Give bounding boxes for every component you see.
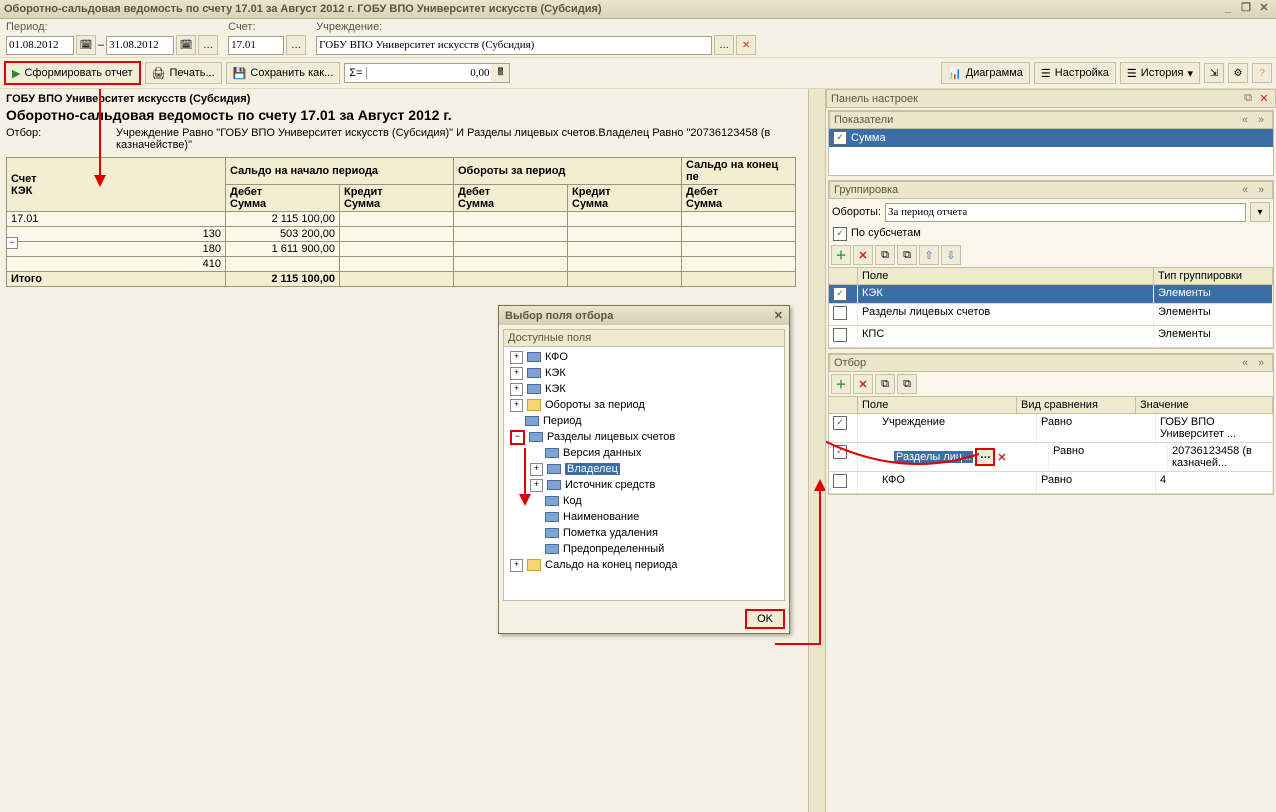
flt-paste-button[interactable]: ⧉ [897, 374, 917, 394]
panel-pin-icon[interactable]: ⧉ [1241, 92, 1255, 105]
turnover-dropdown-icon[interactable]: ▾ [1250, 202, 1270, 222]
report-title: Оборотно-сальдовая ведомость по счету 17… [6, 107, 819, 123]
report-table: СчетКЭК Сальдо на начало периода Обороты… [6, 157, 796, 287]
grp-row[interactable]: Разделы лицевых счетовЭлементы [829, 304, 1273, 326]
filter-header: Отбор [834, 357, 866, 369]
calendar-from-icon[interactable]: 🗓 [76, 35, 96, 55]
run-report-button[interactable]: ▶Сформировать отчет [4, 61, 141, 85]
toolbar: ▶Сформировать отчет 🖨 Печать... 💾 Сохран… [0, 58, 1276, 89]
dialog-title: Выбор поля отбора [505, 310, 613, 322]
toolbar-extra2[interactable]: ⚙ [1228, 63, 1248, 83]
table-row: 410 [7, 257, 796, 272]
period-dash: – [98, 39, 104, 51]
report-area: ГОБУ ВПО Университет искусств (Субсидия)… [0, 89, 826, 812]
sigma-label: Σ= [345, 67, 367, 79]
window-restore[interactable]: ❐ [1238, 2, 1254, 16]
sigma-value[interactable] [367, 65, 491, 82]
flt-del-button[interactable]: ✕ [853, 374, 873, 394]
window-titlebar: Оборотно-сальдовая ведомость по счету 17… [0, 0, 1276, 19]
dialog-close-button[interactable]: ✕ [774, 309, 783, 322]
report-org: ГОБУ ВПО Университет искусств (Субсидия) [6, 93, 819, 105]
grp-row[interactable]: КПСЭлементы [829, 326, 1273, 348]
account-label: Счет: [228, 21, 306, 33]
window-minimize[interactable]: _ [1220, 2, 1236, 16]
flt-row[interactable]: ✓Разделы лиц...…✕Равно20736123458 (в каз… [829, 443, 1273, 472]
grp-row[interactable]: ✓КЭКЭлементы [829, 285, 1273, 304]
org-picker-button[interactable]: … [714, 35, 734, 55]
grp-up-button[interactable]: ⇧ [919, 245, 939, 265]
account-input[interactable] [228, 36, 284, 55]
owner-selected[interactable]: Владелец [565, 463, 620, 475]
filter-label: Отбор: [6, 127, 116, 151]
flt-copy-button[interactable]: ⧉ [875, 374, 895, 394]
filter-text: Учреждение Равно "ГОБУ ВПО Университет и… [116, 127, 819, 151]
bysub-checkbox[interactable]: ✓ [833, 227, 847, 241]
period-to-input[interactable] [106, 36, 174, 55]
print-button[interactable]: 🖨 Печать... [145, 62, 222, 84]
settings-panel: Панель настроек ⧉✕ Показатели«» ✓Сумма Г… [826, 89, 1276, 812]
window-close[interactable]: ✕ [1256, 2, 1272, 16]
grp-del-button[interactable]: ✕ [853, 245, 873, 265]
settings-button[interactable]: ☰ Настройка [1034, 62, 1116, 84]
flt-add-button[interactable]: ＋ [831, 374, 851, 394]
turnover-label: Обороты: [832, 206, 881, 218]
indicators-header: Показатели [834, 114, 893, 126]
grp-add-button[interactable]: ＋ [831, 245, 851, 265]
table-total: Итого2 115 100,00 [7, 272, 796, 287]
window-title: Оборотно-сальдовая ведомость по счету 17… [4, 3, 602, 15]
report-vscroll[interactable] [808, 89, 825, 812]
org-clear-button[interactable]: ✕ [736, 35, 756, 55]
flt-field-picker-button[interactable]: … [975, 448, 995, 466]
field-picker-dialog: Выбор поля отбора ✕ Доступные поля +КФО … [498, 305, 790, 634]
save-as-button[interactable]: 💾 Сохранить как... [226, 62, 341, 84]
org-input[interactable] [316, 36, 712, 55]
calendar-to-icon[interactable]: 🗓 [176, 35, 196, 55]
panel-close-icon[interactable]: ✕ [1257, 92, 1271, 105]
grp-down-button[interactable]: ⇩ [941, 245, 961, 265]
flt-row[interactable]: ✓УчреждениеРавноГОБУ ВПО Университет ... [829, 414, 1273, 443]
account-picker-button[interactable]: … [286, 35, 306, 55]
grp-copy-button[interactable]: ⧉ [875, 245, 895, 265]
table-row: 1801 611 900,00 [7, 242, 796, 257]
turnover-select[interactable] [885, 203, 1246, 222]
period-picker-button[interactable]: … [198, 35, 218, 55]
period-from-input[interactable] [6, 36, 74, 55]
table-row: 130503 200,00 [7, 227, 796, 242]
sections-expand-button[interactable]: − [510, 430, 525, 445]
params-bar: Период: 🗓 – 🗓 … Счет: … Учреждение: … ✕ [0, 19, 1276, 58]
table-row: 17.012 115 100,00 [7, 212, 796, 227]
field-tree[interactable]: +КФО +КЭК +КЭК +Обороты за период Период… [504, 347, 784, 575]
flt-row[interactable]: КФОРавно4 [829, 472, 1273, 494]
grouping-header: Группировка [834, 184, 898, 196]
period-label: Период: [6, 21, 218, 33]
grp-paste-button[interactable]: ⧉ [897, 245, 917, 265]
settings-panel-title: Панель настроек [831, 93, 918, 105]
help-button[interactable]: ? [1252, 63, 1272, 83]
fields-header: Доступные поля [504, 330, 784, 347]
sigma-field: Σ= 🖩 [344, 63, 510, 83]
chart-button[interactable]: 📊 Диаграмма [941, 62, 1030, 84]
sigma-calc-icon[interactable]: 🖩 [491, 64, 509, 82]
org-label: Учреждение: [316, 21, 1270, 33]
tree-collapse-button[interactable]: − [6, 237, 18, 249]
indicator-sum-row[interactable]: ✓Сумма [829, 129, 1273, 147]
history-button[interactable]: ☰ История ▾ [1120, 62, 1200, 84]
dialog-ok-button[interactable]: OK [745, 609, 785, 629]
toolbar-extra1[interactable]: ⇲ [1204, 63, 1224, 83]
